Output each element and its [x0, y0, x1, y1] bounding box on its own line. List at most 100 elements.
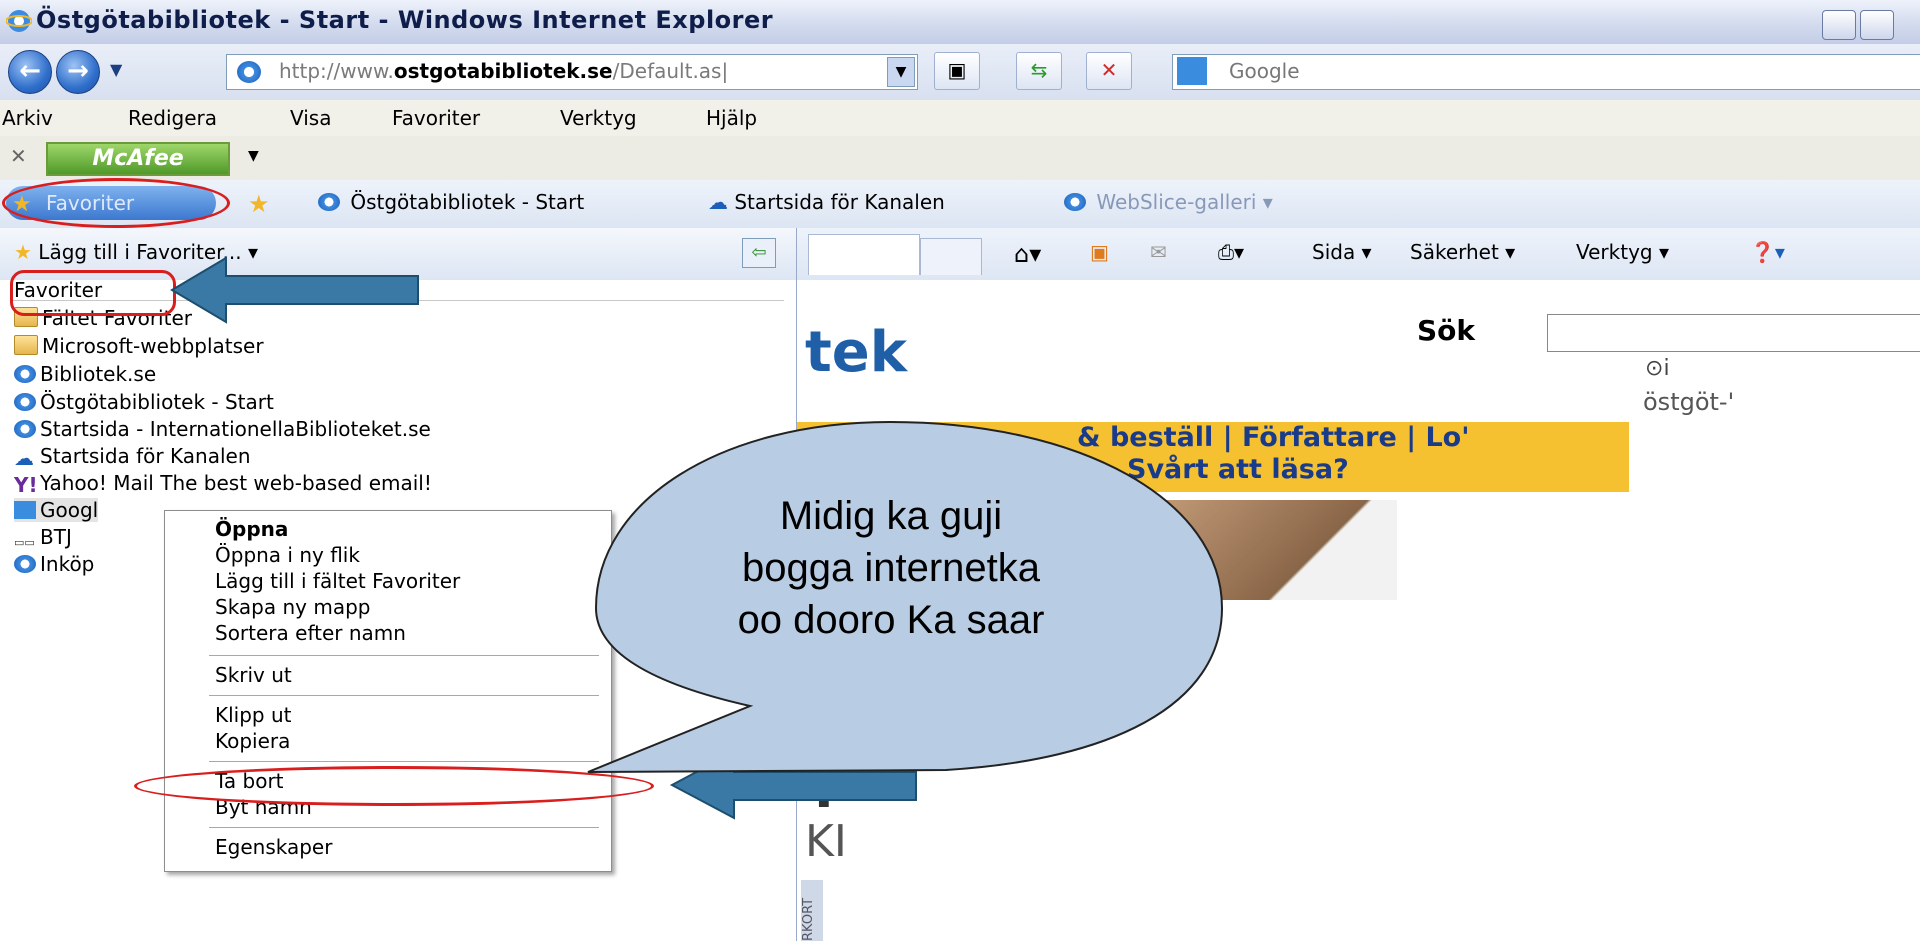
- search-placeholder: Google: [1229, 59, 1300, 83]
- page-icon: [237, 61, 261, 83]
- mcafee-button[interactable]: McAfee: [46, 142, 230, 176]
- window-title-bar: Östgötabibliotek - Start - Windows Inter…: [0, 0, 1920, 45]
- add-star-icon: ★: [14, 240, 32, 264]
- feeds-icon[interactable]: ▣: [1090, 240, 1109, 264]
- radio-option[interactable]: ⊙i: [1645, 356, 1670, 381]
- tab-current[interactable]: [808, 234, 920, 275]
- fav-item-btj[interactable]: ▭▭ BTJ: [14, 525, 72, 554]
- new-tab-button[interactable]: [920, 238, 982, 275]
- google-icon: [14, 501, 36, 519]
- menu-bar: Arkiv Redigera Visa Favoriter Verktyg Hj…: [0, 100, 1920, 136]
- back-button[interactable]: ←: [8, 50, 52, 94]
- minimize-button[interactable]: [1822, 10, 1856, 40]
- hard-to-read-link[interactable]: Svårt att läsa?: [1127, 454, 1349, 485]
- divider: [209, 695, 599, 696]
- callout-line-2: bogga internetka: [741, 546, 1040, 590]
- mcafee-dropdown-icon[interactable]: ▼: [248, 148, 259, 164]
- favbar-item-kanalen[interactable]: ☁ Startsida för Kanalen: [708, 190, 945, 214]
- fav-item-inkop[interactable]: Inköp: [14, 552, 94, 576]
- fav-folder-microsoft[interactable]: Microsoft-webbplatser: [14, 334, 264, 358]
- add-favorite-star-icon[interactable]: ★: [248, 190, 270, 218]
- close-toolbar-icon[interactable]: ✕: [10, 144, 27, 168]
- window-title: Östgötabibliotek - Start - Windows Inter…: [36, 6, 774, 34]
- tools-menu[interactable]: Verktyg ▾: [1576, 240, 1669, 264]
- speech-bubble-text: Midig ka guji bogga internetka oo dooro …: [676, 490, 1106, 646]
- fav-item-ostgota[interactable]: Östgötabibliotek - Start: [14, 390, 274, 414]
- compatibility-button[interactable]: ▣: [934, 52, 980, 90]
- address-bar[interactable]: http://www.ostgotabibliotek.se/Default.a…: [226, 54, 918, 90]
- menu-redigera[interactable]: Redigera: [128, 106, 217, 130]
- page-fragment-ki: KI: [805, 816, 847, 867]
- stop-button[interactable]: ✕: [1086, 52, 1132, 90]
- help-icon[interactable]: ❓▾: [1750, 240, 1785, 264]
- ie-page-icon: [1064, 193, 1086, 211]
- favorites-root-highlight: [10, 270, 176, 316]
- menu-hjalp[interactable]: Hjälp: [706, 106, 757, 130]
- print-icon[interactable]: ⎙▾: [1218, 240, 1244, 264]
- fav-item-kanalen[interactable]: ☁ Startsida för Kanalen: [14, 444, 251, 470]
- fav-item-internationella[interactable]: Startsida - InternationellaBiblioteket.s…: [14, 417, 431, 441]
- callout-line-3: oo dooro Ka saar: [737, 598, 1045, 642]
- site-logo-fragment: tek: [805, 320, 907, 385]
- security-menu[interactable]: Säkerhet ▾: [1410, 240, 1515, 264]
- ie-page-icon: [14, 365, 36, 383]
- ctx-add-to-favbar[interactable]: Lägg till i fältet Favoriter: [215, 569, 460, 593]
- search-input[interactable]: Google: [1172, 54, 1920, 90]
- mcafee-toolbar: ✕ McAfee ▼: [0, 136, 1920, 181]
- site-search-label: Sök: [1417, 314, 1476, 347]
- folder-icon: [14, 335, 38, 355]
- address-dropdown-icon[interactable]: ▼: [887, 57, 915, 87]
- kanalen-icon: ☁: [14, 446, 34, 470]
- refresh-button[interactable]: ⇆: [1016, 52, 1062, 90]
- menu-verktyg[interactable]: Verktyg: [560, 106, 637, 130]
- ie-page-icon: [14, 555, 36, 573]
- pin-pane-icon[interactable]: ⇦: [742, 238, 776, 268]
- fav-item-yahoo[interactable]: Y! Yahoo! Mail The best web-based email!: [14, 471, 432, 497]
- ctx-print[interactable]: Skriv ut: [215, 663, 292, 687]
- ctx-sort-by-name[interactable]: Sortera efter namn: [215, 621, 406, 645]
- page-fragment-y: Y: [805, 760, 843, 820]
- mail-icon[interactable]: ✉: [1150, 240, 1167, 264]
- maximize-button[interactable]: [1860, 10, 1894, 40]
- ie-page-icon: [14, 393, 36, 411]
- divider: [209, 655, 599, 656]
- history-dropdown-icon[interactable]: ▼: [110, 60, 122, 79]
- callout-line-1: Midig ka guji: [779, 494, 1003, 538]
- site-search-input[interactable]: [1547, 314, 1920, 352]
- divider: [209, 761, 599, 762]
- fav-item-google[interactable]: Googl: [14, 498, 99, 522]
- address-toolbar: ← → ▼ http://www.ostgotabibliotek.se/Def…: [0, 44, 1920, 100]
- google-icon: [1177, 57, 1207, 85]
- ctx-cut[interactable]: Klipp ut: [215, 703, 292, 727]
- favorites-bar: Favoriter ★ ★ Östgötabibliotek - Start ☁…: [0, 180, 1920, 228]
- context-menu: Öppna Öppna i ny flik Lägg till i fältet…: [164, 510, 612, 872]
- menu-arkiv[interactable]: Arkiv: [2, 106, 53, 130]
- radio-sublabel: östgöt-': [1643, 388, 1735, 416]
- yahoo-icon: Y!: [14, 473, 38, 497]
- home-icon[interactable]: ⌂▾: [1014, 240, 1041, 268]
- kanalen-icon: ☁: [708, 190, 728, 214]
- add-to-favorites-button[interactable]: ★ Lägg till i Favoriter... ▾: [14, 240, 258, 264]
- favbar-item-webslice[interactable]: WebSlice-galleri ▾: [1064, 190, 1273, 214]
- ie-logo-icon: [6, 10, 32, 32]
- page-menu[interactable]: Sida ▾: [1312, 240, 1372, 264]
- delete-item-highlight: [134, 766, 654, 806]
- favorites-button-highlight: [2, 178, 230, 228]
- divider: [209, 827, 599, 828]
- vertical-tab: RKORT: [801, 880, 823, 941]
- ctx-copy[interactable]: Kopiera: [215, 729, 290, 753]
- site-nav-band: & beställ | Författare | Lo' Svårt att l…: [797, 422, 1629, 492]
- ctx-open-new-tab[interactable]: Öppna i ny flik: [215, 543, 360, 567]
- ctx-new-folder[interactable]: Skapa ny mapp: [215, 595, 371, 619]
- menu-visa[interactable]: Visa: [290, 106, 331, 130]
- forward-arrow-icon: →: [67, 56, 89, 86]
- site-photo: [1067, 500, 1397, 600]
- fav-item-bibliotek[interactable]: Bibliotek.se: [14, 362, 156, 386]
- ctx-open[interactable]: Öppna: [215, 517, 288, 541]
- forward-button[interactable]: →: [56, 50, 100, 94]
- site-nav-links[interactable]: & beställ | Författare | Lo': [1077, 422, 1469, 453]
- favbar-item-ostgota[interactable]: Östgötabibliotek - Start: [318, 190, 584, 214]
- ctx-properties[interactable]: Egenskaper: [215, 835, 332, 859]
- menu-favoriter[interactable]: Favoriter: [392, 106, 480, 130]
- back-arrow-icon: ←: [19, 56, 41, 86]
